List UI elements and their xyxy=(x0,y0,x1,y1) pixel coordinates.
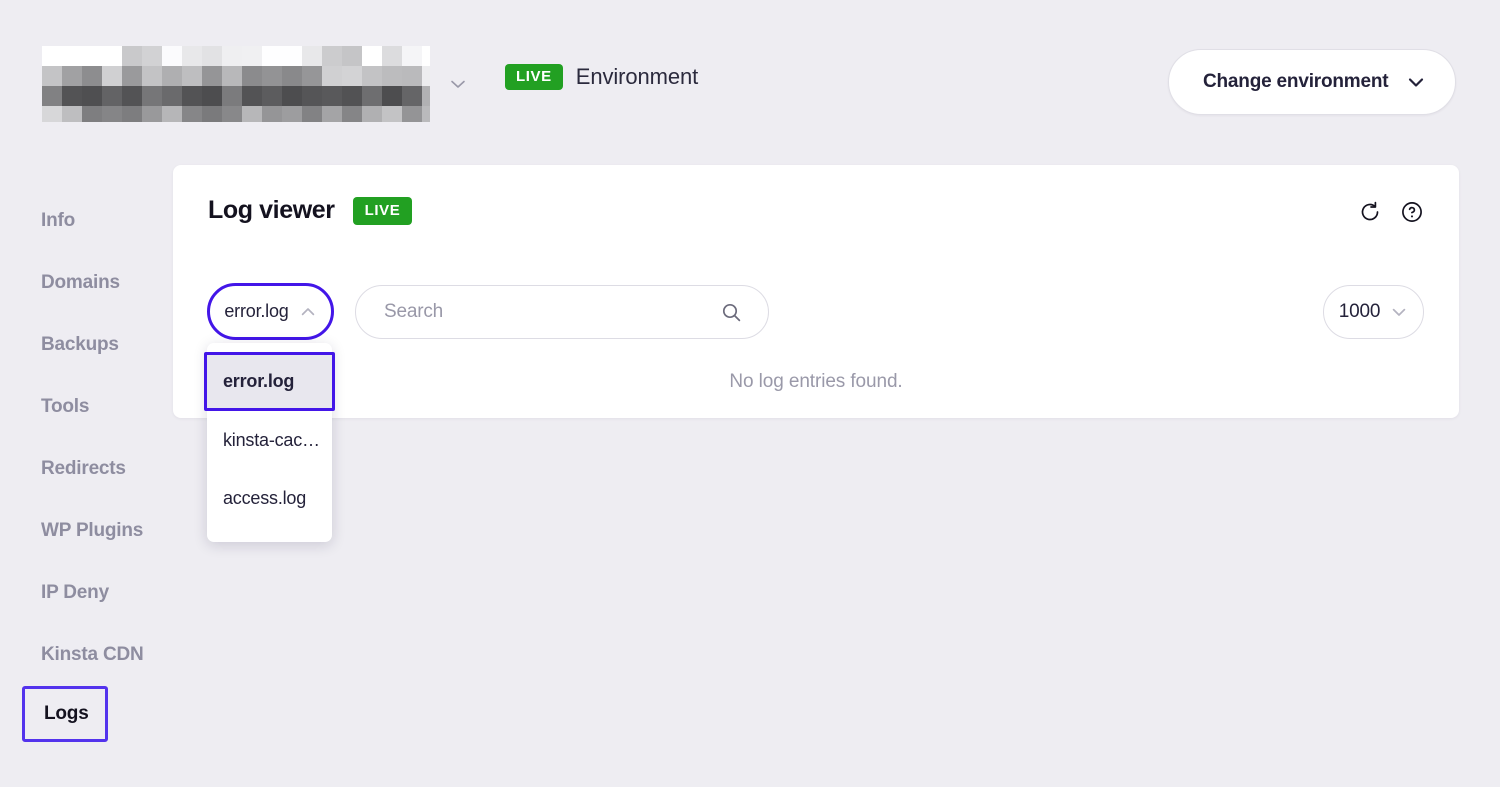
environment-label: Environment xyxy=(576,64,698,90)
empty-state-message: No log entries found. xyxy=(173,371,1459,393)
page-header: LIVE Environment Change environment xyxy=(0,0,1500,165)
sidebar-item-logs[interactable]: Logs xyxy=(22,686,108,742)
log-viewer-controls: error.log 1000 xyxy=(173,283,1459,341)
sidebar-item-ip-deny[interactable]: IP Deny xyxy=(0,562,173,624)
row-limit-select[interactable]: 1000 xyxy=(1323,285,1424,339)
live-badge: LIVE xyxy=(505,64,563,90)
dropdown-option-access-log[interactable]: access.log xyxy=(207,469,332,527)
chevron-down-icon xyxy=(1390,303,1408,321)
card-header: Log viewer LIVE xyxy=(208,196,412,225)
environment-indicator: LIVE Environment xyxy=(505,64,698,90)
sidebar-item-label: Redirects xyxy=(41,458,126,480)
sidebar-item-redirects[interactable]: Redirects xyxy=(0,438,173,500)
log-file-select-value: error.log xyxy=(224,301,288,322)
log-viewer-card: Log viewer LIVE error.log xyxy=(173,165,1459,418)
chevron-down-icon xyxy=(1405,71,1427,93)
sidebar-item-wp-plugins[interactable]: WP Plugins xyxy=(0,500,173,562)
sidebar-nav: Info Domains Backups Tools Redirects WP … xyxy=(0,190,173,742)
card-actions xyxy=(1356,198,1426,226)
dropdown-option-error-log[interactable]: error.log xyxy=(204,352,335,411)
site-name-redacted xyxy=(42,46,430,122)
help-circle-icon[interactable] xyxy=(1398,198,1426,226)
sidebar-item-label: Logs xyxy=(44,703,89,725)
sidebar-item-label: Kinsta CDN xyxy=(41,644,144,666)
dropdown-option-label: error.log xyxy=(223,371,294,392)
site-selector[interactable] xyxy=(42,46,468,122)
sidebar-item-label: IP Deny xyxy=(41,582,109,604)
chevron-up-icon xyxy=(299,303,317,321)
log-file-dropdown-menu: error.log kinsta-cac… access.log xyxy=(207,343,332,542)
sidebar-item-label: Domains xyxy=(41,272,120,294)
change-environment-button[interactable]: Change environment xyxy=(1168,49,1456,115)
chevron-down-icon xyxy=(448,74,468,94)
search-icon[interactable] xyxy=(721,302,742,323)
sidebar-item-domains[interactable]: Domains xyxy=(0,252,173,314)
sidebar-item-kinsta-cdn[interactable]: Kinsta CDN xyxy=(0,624,173,686)
sidebar-item-info[interactable]: Info xyxy=(0,190,173,252)
dropdown-option-label: kinsta-cac… xyxy=(223,430,320,451)
live-badge: LIVE xyxy=(353,197,413,225)
change-environment-label: Change environment xyxy=(1203,71,1388,93)
sidebar-item-label: Backups xyxy=(41,334,119,356)
dropdown-option-label: access.log xyxy=(223,488,306,509)
search-input[interactable] xyxy=(384,301,721,323)
sidebar-item-label: WP Plugins xyxy=(41,520,143,542)
sidebar-item-tools[interactable]: Tools xyxy=(0,376,173,438)
row-limit-select-value: 1000 xyxy=(1339,301,1380,323)
sidebar-item-label: Tools xyxy=(41,396,89,418)
sidebar-item-label: Info xyxy=(41,210,75,232)
log-file-select[interactable]: error.log xyxy=(207,283,334,340)
page-title: Log viewer xyxy=(208,196,335,225)
search-box[interactable] xyxy=(355,285,769,339)
refresh-icon[interactable] xyxy=(1356,198,1384,226)
sidebar-item-backups[interactable]: Backups xyxy=(0,314,173,376)
dropdown-option-kinsta-cache-log[interactable]: kinsta-cac… xyxy=(207,411,332,469)
